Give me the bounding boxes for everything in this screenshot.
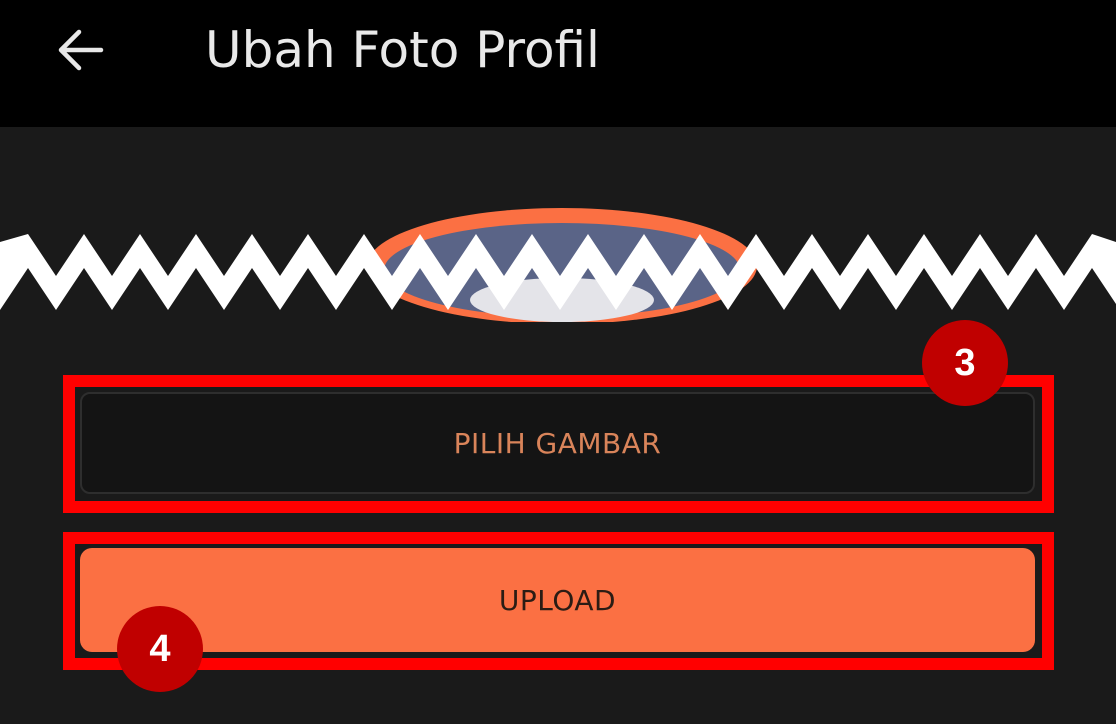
- arrow-left-icon: [58, 29, 104, 71]
- back-button[interactable]: [50, 24, 110, 76]
- pick-image-button[interactable]: PILIH GAMBAR: [80, 392, 1035, 494]
- page-title: Ubah Foto Profil: [205, 21, 600, 79]
- upload-button[interactable]: UPLOAD: [80, 548, 1035, 652]
- page-break-zigzag: [0, 234, 1116, 310]
- step-marker-3: 3: [922, 320, 1008, 406]
- step-marker-4: 4: [117, 606, 203, 692]
- app-bar: Ubah Foto Profil: [0, 0, 1116, 127]
